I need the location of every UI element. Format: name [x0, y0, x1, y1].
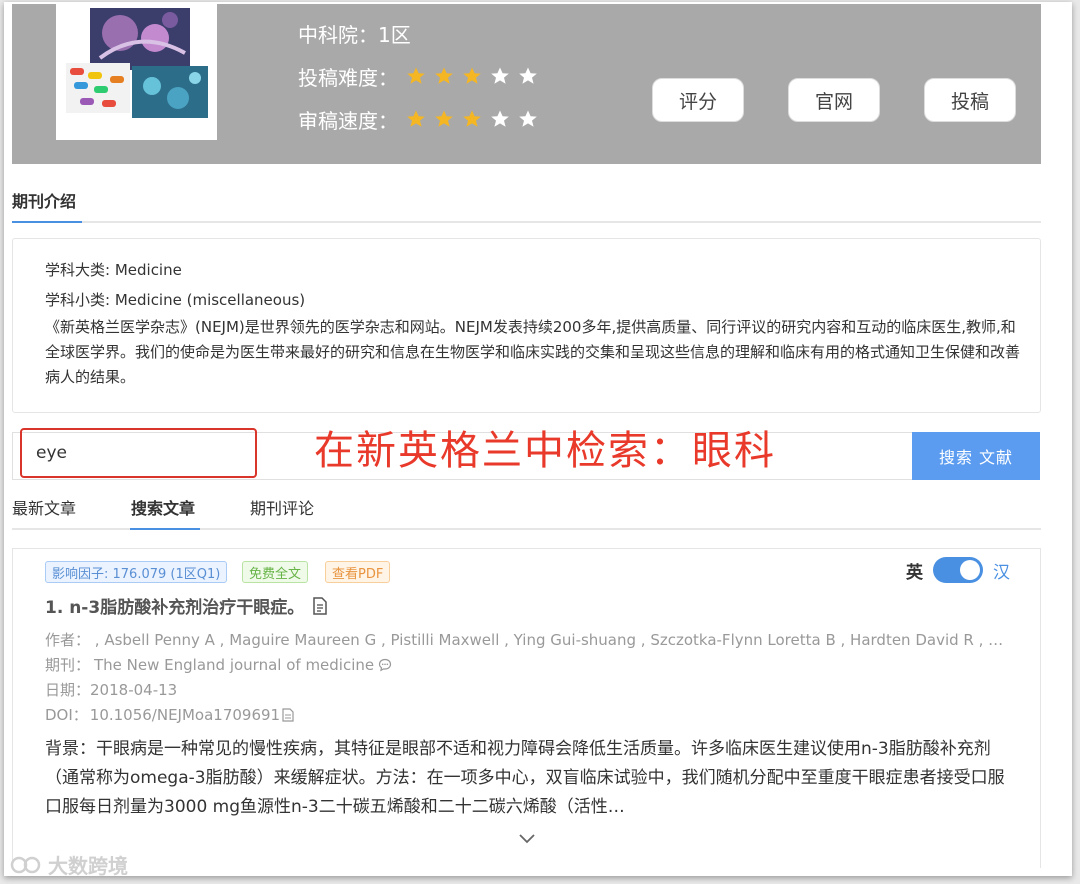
- difficulty-stars: [406, 66, 538, 86]
- page-frame: 中科院： 1区 投稿难度： 审稿速度： 评分 官网 投稿 期刊介绍 学科大类: …: [4, 2, 1072, 876]
- submit-button[interactable]: 投稿: [924, 78, 1016, 122]
- intro-panel: 学科大类: Medicine 学科小类: Medicine (miscellan…: [12, 238, 1041, 413]
- journal-line: 期刊： The New England journal of medicine: [45, 654, 392, 675]
- view-pdf-badge[interactable]: 查看PDF: [325, 561, 391, 583]
- article-abstract: 背景：干眼病是一种常见的慢性疾病，其特征是眼部不适和视力障碍会降低生活质量。许多…: [45, 739, 1005, 817]
- star-filled-icon: [435, 110, 453, 127]
- article-title[interactable]: 1. n-3脂肪酸补充剂治疗干眼症。: [45, 593, 328, 618]
- article-title-text: 1. n-3脂肪酸补充剂治疗干眼症。: [45, 598, 305, 618]
- category-value: Medicine: [114, 261, 182, 279]
- authors-value: , Asbell Penny A , Maguire Maureen G , P…: [94, 631, 1005, 649]
- red-annotation-text: 在新英格兰中检索：眼科: [314, 428, 776, 474]
- review-speed-label: 审稿速度：: [298, 108, 398, 133]
- date-value: 2018-04-13: [90, 681, 178, 699]
- doi-label: DOI：: [45, 706, 88, 724]
- review-speed-row: 审稿速度：: [298, 104, 538, 134]
- cover-illustration: [60, 8, 213, 136]
- journal-label: 期刊：: [45, 656, 91, 674]
- journal-header: 中科院： 1区 投稿难度： 审稿速度： 评分 官网 投稿: [12, 4, 1041, 164]
- chevron-down-icon[interactable]: [517, 831, 537, 845]
- cas-label: 中科院：: [298, 22, 378, 47]
- difficulty-row: 投稿难度：: [298, 61, 538, 91]
- star-empty-icon: [519, 110, 537, 127]
- date-line: 日期：2018-04-13: [45, 679, 177, 700]
- search-literature-button[interactable]: 搜索 文献: [912, 432, 1040, 480]
- authors-label: 作者：: [45, 631, 91, 649]
- star-empty-icon: [491, 110, 509, 127]
- rate-button[interactable]: 评分: [652, 78, 744, 122]
- tab-search-articles[interactable]: 搜索文章: [131, 495, 195, 519]
- cas-zone-row: 中科院： 1区: [298, 18, 411, 48]
- star-filled-icon: [463, 110, 481, 127]
- subcategory-value: Medicine (miscellaneous): [114, 291, 306, 309]
- subcategory-line: 学科小类: Medicine (miscellaneous): [45, 289, 305, 310]
- journal-description: 《新英格兰医学杂志》(NEJM)是世界领先的医学杂志和网站。NEJM发表持续20…: [45, 318, 1021, 386]
- difficulty-label: 投稿难度：: [298, 65, 398, 90]
- cas-value: 1区: [378, 22, 411, 47]
- star-filled-icon: [435, 67, 453, 84]
- comment-icon[interactable]: [378, 658, 392, 672]
- journal-cover-image: [56, 4, 217, 140]
- watermark-logo-icon: [10, 856, 41, 873]
- watermark: 大数跨境: [10, 850, 128, 876]
- tab-latest-articles[interactable]: 最新文章: [12, 495, 76, 519]
- journal-value[interactable]: The New England journal of medicine: [94, 656, 374, 674]
- intro-tab-underline: [12, 221, 1041, 223]
- star-empty-icon: [519, 67, 537, 84]
- language-switch[interactable]: [933, 557, 983, 583]
- star-empty-icon: [491, 67, 509, 84]
- official-site-button[interactable]: 官网: [788, 78, 880, 122]
- review-speed-stars: [406, 109, 538, 129]
- star-filled-icon: [407, 67, 425, 84]
- star-filled-icon: [407, 110, 425, 127]
- doi-line: DOI： 10.1056/NEJMoa1709691: [45, 704, 294, 725]
- tab-journal-comments[interactable]: 期刊评论: [250, 495, 314, 519]
- category-label: 学科大类:: [45, 261, 115, 279]
- article-tabs-underline: [12, 528, 1041, 530]
- doi-value[interactable]: 10.1056/NEJMoa1709691: [90, 706, 280, 724]
- subcategory-label: 学科小类:: [45, 291, 115, 309]
- free-fulltext-badge[interactable]: 免费全文: [242, 561, 309, 583]
- copy-doc-icon[interactable]: [282, 707, 294, 722]
- language-toggle: 英 汉: [906, 557, 1010, 583]
- tab-journal-intro[interactable]: 期刊介绍: [12, 188, 76, 212]
- document-icon[interactable]: [312, 596, 328, 615]
- date-label: 日期：: [45, 681, 91, 699]
- article-card: 影响因子: 176.079 (1区Q1) 免费全文 查看PDF 英 汉 1. n…: [12, 548, 1041, 868]
- watermark-text: 大数跨境: [48, 854, 128, 876]
- star-filled-icon: [463, 67, 481, 84]
- impact-factor-badge: 影响因子: 176.079 (1区Q1): [45, 561, 228, 583]
- authors-line: 作者： , Asbell Penny A , Maguire Maureen G…: [45, 629, 1005, 650]
- toggle-label-en: 英: [906, 562, 923, 583]
- toggle-label-zh: 汉: [993, 562, 1010, 583]
- search-input[interactable]: [20, 428, 257, 478]
- category-line: 学科大类: Medicine: [45, 259, 182, 280]
